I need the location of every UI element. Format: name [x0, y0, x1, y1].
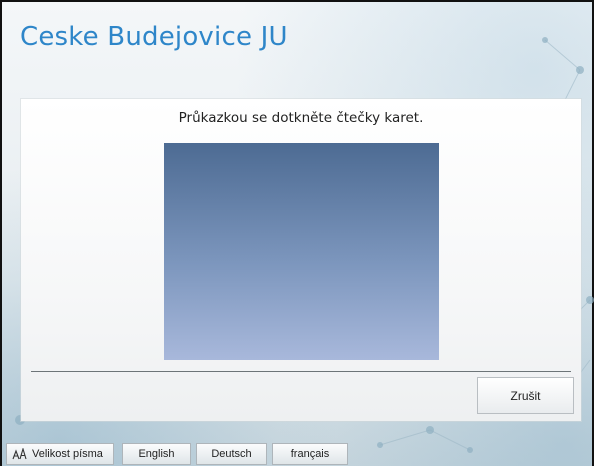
bottom-toolbar: Velikost písma English Deutsch français	[0, 441, 594, 466]
language-deutsch-label: Deutsch	[211, 448, 252, 460]
language-francais-button[interactable]: français	[272, 443, 348, 465]
cancel-button[interactable]: Zrušit	[477, 377, 574, 414]
language-english-label: English	[138, 448, 175, 460]
kiosk-screen: Ceske Budejovice JU Průkazkou se dotknět…	[0, 0, 594, 466]
card-reader-panel: Průkazkou se dotkněte čtečky karet.	[21, 99, 581, 421]
font-size-label: Velikost písma	[32, 448, 103, 460]
font-size-icon	[12, 448, 28, 460]
font-size-button[interactable]: Velikost písma	[6, 443, 114, 465]
cancel-button-label: Zrušit	[510, 388, 541, 403]
language-english-button[interactable]: English	[122, 443, 191, 465]
page-title: Ceske Budejovice JU	[20, 22, 288, 52]
language-deutsch-button[interactable]: Deutsch	[196, 443, 267, 465]
language-francais-label: français	[290, 448, 330, 460]
instruction-text: Průkazkou se dotkněte čtečky karet.	[178, 110, 424, 126]
card-reader-image	[164, 143, 439, 360]
panel-divider	[31, 371, 571, 372]
